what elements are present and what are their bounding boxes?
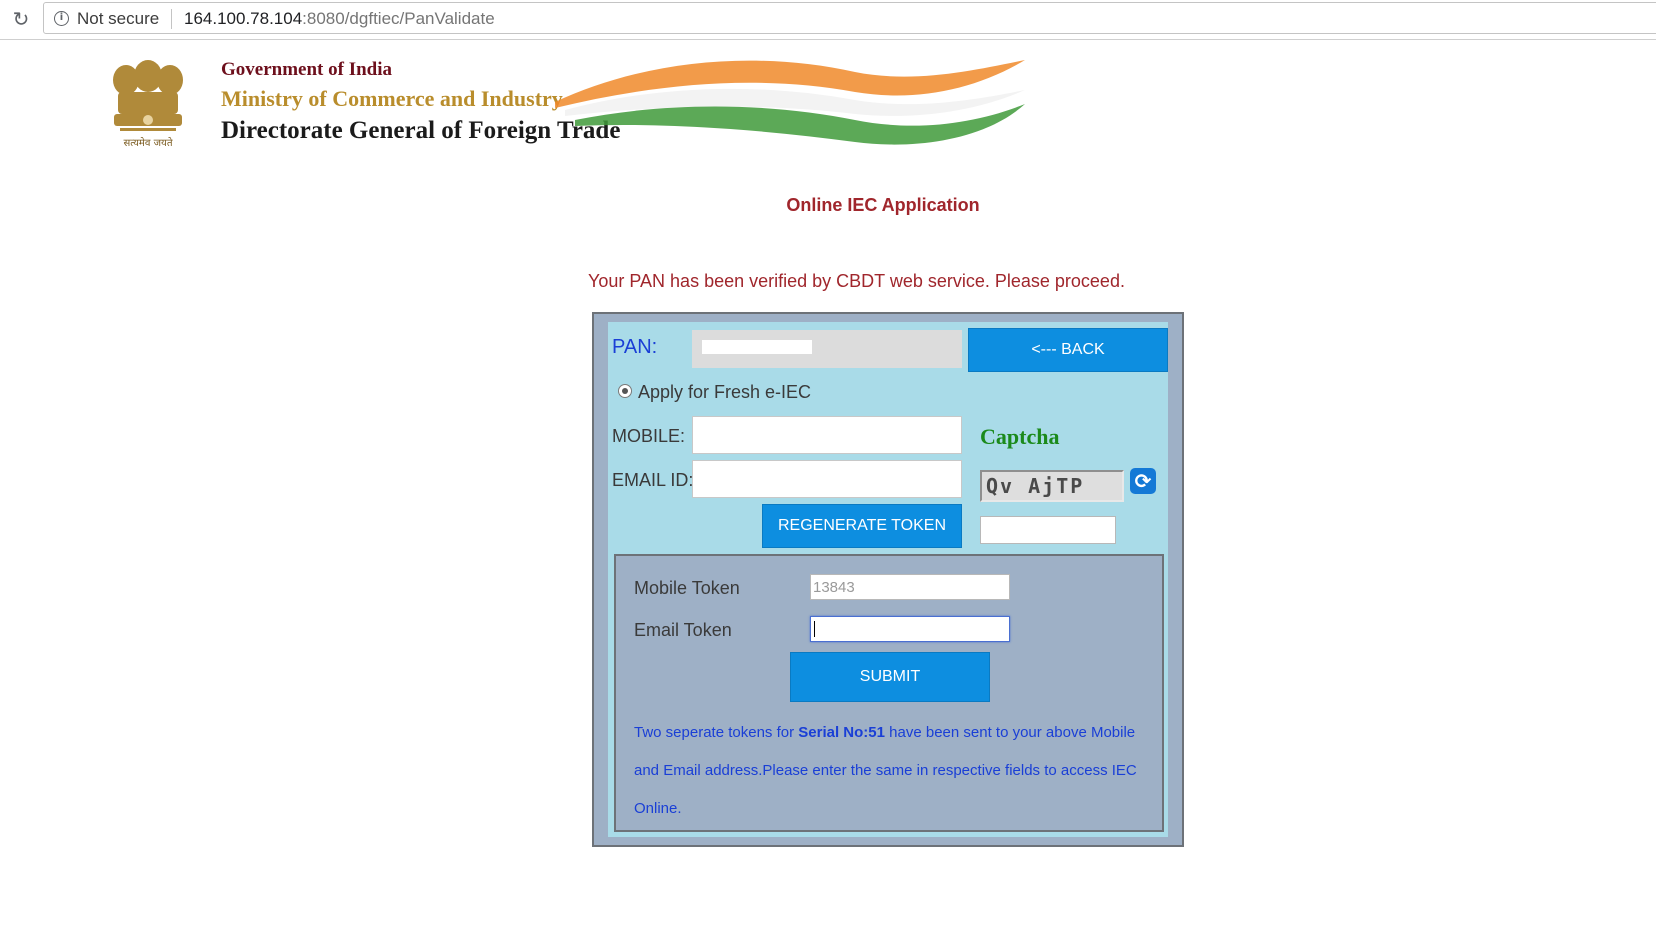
header-ministry: Ministry of Commerce and Industry (221, 86, 563, 111)
pan-label: PAN: (612, 336, 658, 358)
token-info-message: Two seperate tokens for Serial No:51 hav… (634, 714, 1144, 828)
email-token-label: Email Token (634, 620, 732, 640)
url-host: 164.100.78.104 (184, 9, 303, 28)
email-token-input[interactable] (810, 616, 1010, 642)
header-government: Government of India (221, 59, 392, 80)
national-emblem-icon: सत्यमेव जयते (113, 60, 183, 149)
token-info-prefix: Two seperate tokens for (634, 724, 799, 741)
text-caret (814, 621, 815, 637)
mobile-token-label: Mobile Token (634, 578, 740, 598)
captcha-title: Captcha (980, 424, 1060, 449)
url-text[interactable]: 164.100.78.104:8080/dgftiec/PanValidate (184, 9, 495, 29)
pan-field (692, 330, 962, 368)
emblem-caption: सत्यमेव जयते (123, 137, 172, 149)
back-button[interactable]: <--- BACK (968, 328, 1168, 372)
token-box: Mobile Token Email Token SUBMIT Two sepe… (614, 554, 1164, 832)
pan-verified-message: Your PAN has been verified by CBDT web s… (588, 271, 1125, 291)
mobile-token-input[interactable] (810, 574, 1010, 600)
iec-form-inner: PAN: <--- BACK Apply for Fresh e-IEC MOB… (608, 322, 1168, 837)
fresh-iec-radio-label[interactable]: Apply for Fresh e-IEC (638, 382, 811, 403)
captcha-refresh-icon[interactable]: ⟳ (1130, 468, 1156, 494)
url-separator (171, 9, 172, 29)
url-box[interactable]: i Not secure 164.100.78.104:8080/dgftiec… (43, 2, 1656, 34)
browser-address-bar: ↻ i Not secure 164.100.78.104:8080/dgfti… (0, 0, 1656, 40)
fresh-iec-radio[interactable] (618, 384, 632, 398)
regenerate-token-button[interactable]: REGENERATE TOKEN (762, 504, 962, 548)
tricolor-wave-icon (555, 60, 1025, 145)
email-label: EMAIL ID: (612, 470, 694, 490)
info-icon[interactable]: i (54, 11, 69, 26)
mobile-input[interactable] (692, 416, 962, 454)
url-path: :8080/dgftiec/PanValidate (302, 9, 495, 28)
security-label: Not secure (77, 9, 160, 28)
serial-number: Serial No:51 (798, 724, 885, 741)
radio-selected-dot (622, 388, 628, 394)
captcha-image: Qv AjTP (980, 470, 1124, 502)
mobile-label: MOBILE: (612, 426, 686, 446)
pan-value-redacted (702, 340, 812, 354)
page-title: Online IEC Application (786, 195, 980, 215)
reload-icon[interactable]: ↻ (10, 8, 32, 30)
email-input[interactable] (692, 460, 962, 498)
iec-form-panel: PAN: <--- BACK Apply for Fresh e-IEC MOB… (592, 312, 1184, 847)
submit-button[interactable]: SUBMIT (790, 652, 990, 702)
captcha-input[interactable] (980, 516, 1116, 544)
